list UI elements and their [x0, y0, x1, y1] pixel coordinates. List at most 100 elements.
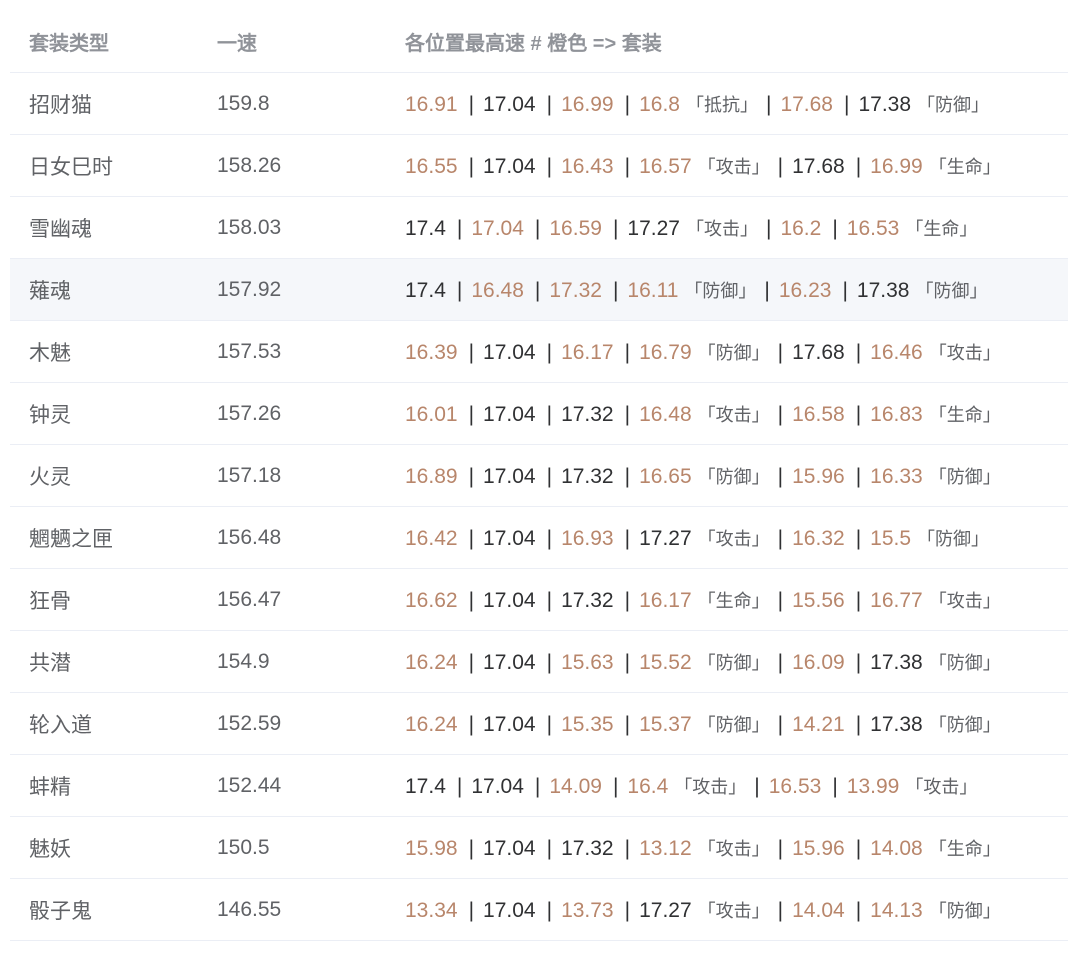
slot-speed-value: 13.99 — [846, 774, 900, 798]
slot-speed-value: 16.89 — [405, 464, 458, 488]
separator: | — [765, 216, 772, 240]
slot-speed-value: 17.4 — [405, 278, 446, 302]
slot-attribute: 「防御」 — [697, 466, 770, 487]
separator: | — [844, 92, 850, 116]
separator: | — [468, 340, 475, 364]
slot-speed-value: 17.68 — [780, 92, 833, 116]
slot-speed-value: 15.35 — [561, 712, 614, 736]
slot-speed-value: 14.08 — [870, 836, 923, 860]
table-row[interactable]: 魍魉之匣 156.48 16.42 | 17.04 | 16.93 | 17.27 「攻击」 | 16… — [10, 507, 1068, 569]
slot-attribute: 「生命」 — [905, 218, 978, 239]
table-row[interactable]: 轮入道 152.59 16.24 | 17.04 | 15.35 | 15.37 「防御」 | 14.… — [10, 693, 1068, 755]
separator: | — [546, 464, 553, 488]
slot-speed-value: 17.32 — [561, 588, 614, 612]
slot-attribute: 「攻击」 — [697, 404, 770, 425]
separator: | — [624, 340, 631, 364]
table-row[interactable]: 火灵 157.18 16.89 | 17.04 | 17.32 | 16.65 「防御」 | 15.9… — [10, 445, 1068, 507]
table-row[interactable]: 木魅 157.53 16.39 | 17.04 | 16.17 | 16.79 「防御」 | 17.6… — [10, 321, 1068, 383]
slot-speed-value: 17.04 — [483, 588, 536, 612]
slot-speed-value: 16.99 — [561, 92, 614, 116]
slot-speed-value: 16.65 — [639, 464, 692, 488]
first-speed-cell: 158.03 — [217, 215, 282, 239]
slot-speed-value: 17.04 — [483, 402, 536, 426]
slot-speed-value: 16.99 — [870, 154, 923, 178]
slot-speed-value: 15.96 — [792, 836, 845, 860]
slot-speed-value: 14.04 — [792, 898, 845, 922]
slot-speed-value: 17.04 — [483, 898, 536, 922]
separator: | — [624, 712, 631, 736]
slot-speed-value: 16.23 — [778, 278, 832, 302]
slot-speed-value: 16.43 — [561, 154, 614, 178]
slot-speed-value: 16.48 — [471, 278, 524, 302]
separator: | — [612, 216, 619, 240]
header-set-type[interactable]: 套装类型 — [10, 27, 198, 56]
header-slot-speeds[interactable]: 各位置最高速 # 橙色 => 套装 — [386, 27, 1068, 56]
set-name-cell: 招财猫 — [29, 93, 92, 117]
separator: | — [832, 216, 838, 240]
separator: | — [777, 402, 784, 426]
separator: | — [777, 650, 784, 674]
table-row[interactable]: 蚌精 152.44 17.4 | 17.04 | 14.09 | 16.4 「攻击」 | 16.53 |… — [10, 755, 1068, 817]
slot-speeds-cell: 17.4 | 17.04 | 14.09 | 16.4 「攻击」 | 16.53 | 13.99 「攻击… — [386, 773, 1068, 799]
slot-speed-value: 16.17 — [561, 340, 614, 364]
separator: | — [612, 774, 619, 798]
slot-speed-value: 16.8 — [639, 92, 680, 116]
table-row[interactable]: 薙魂 157.92 17.4 | 16.48 | 17.32 | 16.11 「防御」 | 16.23… — [10, 259, 1068, 321]
first-speed-cell: 157.26 — [217, 401, 282, 425]
separator: | — [855, 154, 862, 178]
separator: | — [855, 650, 862, 674]
slot-attribute: 「攻击」 — [697, 900, 770, 921]
slot-speeds-cell: 16.89 | 17.04 | 17.32 | 16.65 「防御」 | 15.96 | 16.33 「… — [386, 463, 1068, 489]
slot-attribute: 「攻击」 — [697, 528, 770, 549]
set-name-cell: 雪幽魂 — [29, 217, 92, 241]
slot-speed-value: 16.32 — [792, 526, 845, 550]
table-row[interactable]: 日女巳时 158.26 16.55 | 17.04 | 16.43 | 16.57 「攻击」 | 17… — [10, 135, 1068, 197]
separator: | — [624, 154, 631, 178]
slot-attribute: 「防御」 — [928, 714, 1001, 735]
slot-speeds-cell: 16.24 | 17.04 | 15.63 | 15.52 「防御」 | 16.09 | 17.38 「… — [386, 649, 1068, 675]
first-speed-cell: 150.5 — [217, 835, 270, 859]
slot-speeds-cell: 17.4 | 16.48 | 17.32 | 16.11 「防御」 | 16.23 | 17.38 「防… — [386, 277, 1068, 303]
table-row[interactable]: 共潜 154.9 16.24 | 17.04 | 15.63 | 15.52 「防御」 | 16.09… — [10, 631, 1068, 693]
table-row[interactable]: 骰子鬼 146.55 13.34 | 17.04 | 13.73 | 17.27 「攻击」 | 14.… — [10, 879, 1068, 941]
first-speed-cell: 159.8 — [217, 91, 270, 115]
first-speed-cell: 156.47 — [217, 587, 282, 611]
set-name-cell: 薙魂 — [29, 279, 71, 303]
header-first-speed[interactable]: 一速 — [198, 27, 386, 56]
slot-attribute: 「防御」 — [928, 466, 1001, 487]
set-name-cell: 木魅 — [29, 341, 71, 365]
slot-attribute: 「防御」 — [697, 652, 770, 673]
table-row[interactable]: 狂骨 156.47 16.62 | 17.04 | 17.32 | 16.17 「生命」 | 15.5… — [10, 569, 1068, 631]
table-row[interactable]: 招财猫 159.8 16.91 | 17.04 | 16.99 | 16.8 「抵抗」 | 17.68… — [10, 73, 1068, 135]
slot-speed-value: 15.52 — [639, 650, 692, 674]
slot-speed-value: 17.68 — [792, 154, 845, 178]
slot-speed-value: 13.73 — [561, 898, 614, 922]
slot-attribute: 「防御」 — [928, 900, 1001, 921]
table-row[interactable]: 钟灵 157.26 16.01 | 17.04 | 17.32 | 16.48 「攻击」 | 16.5… — [10, 383, 1068, 445]
slot-speed-value: 15.37 — [639, 712, 692, 736]
slot-attribute: 「攻击」 — [905, 776, 978, 797]
slot-speed-value: 16.57 — [639, 154, 692, 178]
separator: | — [468, 836, 475, 860]
first-speed-cell: 156.48 — [217, 525, 282, 549]
slot-speed-value: 17.04 — [471, 216, 524, 240]
slot-speed-value: 17.27 — [627, 216, 680, 240]
set-name-cell: 火灵 — [29, 465, 71, 489]
slot-speed-value: 16.53 — [768, 774, 822, 798]
table-row[interactable]: 魅妖 150.5 15.98 | 17.04 | 17.32 | 13.12 「攻击」 | 15.96… — [10, 817, 1068, 879]
separator: | — [855, 464, 862, 488]
slot-speed-value: 13.12 — [639, 836, 692, 860]
slot-speed-value: 16.17 — [639, 588, 692, 612]
first-speed-cell: 158.26 — [217, 153, 282, 177]
separator: | — [468, 588, 475, 612]
slot-speed-value: 17.68 — [792, 340, 845, 364]
separator: | — [546, 154, 553, 178]
set-name-cell: 钟灵 — [29, 403, 71, 427]
separator: | — [534, 278, 541, 302]
table-row[interactable]: 雪幽魂 158.03 17.4 | 17.04 | 16.59 | 17.27 「攻击」 | 16.2… — [10, 197, 1068, 259]
slot-attribute: 「攻击」 — [674, 776, 747, 797]
separator: | — [777, 588, 784, 612]
first-speed-cell: 146.55 — [217, 897, 282, 921]
slot-speed-value: 17.04 — [483, 92, 536, 116]
slot-speed-value: 15.63 — [561, 650, 614, 674]
